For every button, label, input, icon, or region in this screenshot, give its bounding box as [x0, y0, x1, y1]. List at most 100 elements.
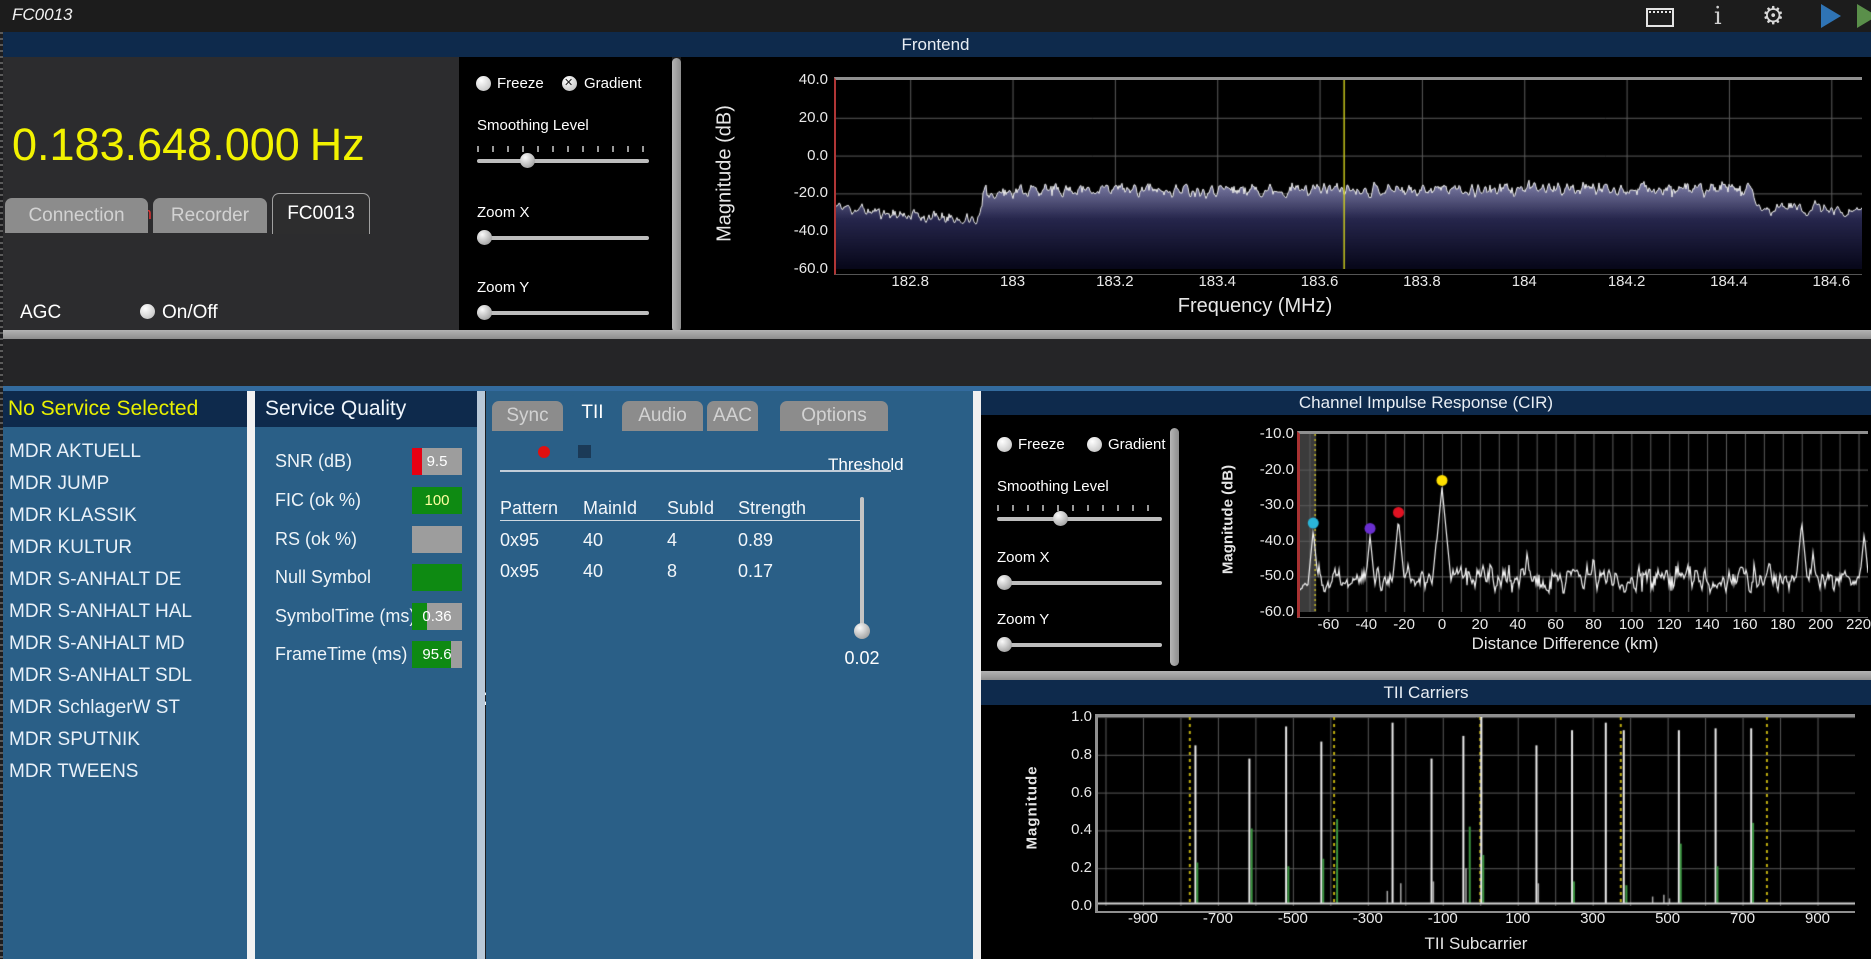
- threshold-label: Threshold: [828, 455, 904, 474]
- y-tick-label: -40.0: [793, 222, 828, 240]
- x-tick-label: 300: [1580, 910, 1606, 927]
- tii-table-header: SubId: [667, 498, 715, 518]
- x-tick-label: 183: [1000, 273, 1026, 290]
- tab-audio[interactable]: Audio: [622, 401, 703, 431]
- quality-label: RS (ok %): [275, 529, 358, 549]
- quality-bar: 0.36: [412, 603, 462, 630]
- gear-icon[interactable]: ⚙: [1762, 1, 1784, 31]
- agc-radio[interactable]: [140, 304, 155, 319]
- service-item[interactable]: MDR SchlagerW ST: [0, 692, 247, 724]
- y-tick-label: 0.2: [1071, 859, 1092, 877]
- tab-connection[interactable]: Connection: [5, 198, 148, 233]
- x-tick-label: 184.6: [1812, 273, 1851, 290]
- window-icon[interactable]: [1646, 8, 1674, 27]
- tii-carriers-plot[interactable]: [1095, 714, 1855, 913]
- cir-smoothing-slider[interactable]: [997, 511, 1162, 526]
- threshold-slider[interactable]: [854, 497, 870, 639]
- cir-scrollbar[interactable]: [1170, 428, 1179, 666]
- cir-zoom-y-slider-thumb[interactable]: [997, 637, 1012, 652]
- tab-aac[interactable]: AAC: [707, 401, 758, 431]
- service-item[interactable]: MDR SPUTNIK: [0, 724, 247, 756]
- quality-value: 0.36: [422, 608, 452, 625]
- x-tick-label: 183.2: [1096, 273, 1134, 290]
- x-tick-label: 182.8: [891, 273, 929, 290]
- frontend-scrollbar[interactable]: [672, 58, 681, 332]
- tii-table-cell: 0.17: [738, 561, 774, 581]
- frontend-plot-controls: Freeze ✕ Gradient Smoothing Level Zoom X…: [459, 57, 672, 330]
- frontend-xlabel: Frequency (MHz): [1177, 295, 1333, 317]
- service-item[interactable]: MDR TWEENS: [0, 756, 247, 788]
- tii-table-cell: 4: [667, 530, 678, 550]
- window-title: FC0013: [12, 5, 73, 24]
- tab-recorder[interactable]: Recorder: [153, 198, 267, 233]
- cir-smoothing-slider-thumb[interactable]: [1053, 511, 1068, 526]
- splitter-decoder[interactable]: [973, 391, 981, 959]
- x-tick-label: 184.2: [1607, 273, 1646, 290]
- cir-zoom-y-slider[interactable]: [997, 637, 1162, 652]
- x-tick-label: 100: [1505, 910, 1531, 927]
- x-tick-label: 220: [1846, 616, 1871, 633]
- tii-carriers-header: TII Carriers: [981, 680, 1871, 705]
- quality-header: Service Quality: [255, 391, 477, 427]
- zoom-y-slider[interactable]: [477, 305, 649, 320]
- horizontal-splitter-top[interactable]: [0, 330, 1871, 339]
- y-tick-label: 0.4: [1071, 821, 1092, 839]
- service-item[interactable]: MDR KULTUR: [0, 532, 247, 564]
- x-tick-label: 500: [1655, 910, 1681, 927]
- service-item[interactable]: MDR JUMP: [0, 468, 247, 500]
- agc-onoff-label: On/Off: [162, 302, 218, 323]
- smoothing-label: Smoothing Level: [477, 117, 589, 134]
- x-tick-label: -700: [1202, 910, 1233, 927]
- tab-options[interactable]: Options: [780, 401, 888, 431]
- service-item[interactable]: MDR S-ANHALT HAL: [0, 596, 247, 628]
- splitter-quality[interactable]: [477, 391, 485, 959]
- play-icon[interactable]: [1821, 4, 1841, 28]
- tii-table-header: Strength: [738, 498, 807, 518]
- tab-sync[interactable]: Sync: [492, 401, 563, 431]
- service-item[interactable]: MDR S-ANHALT MD: [0, 628, 247, 660]
- tab-fc0013[interactable]: FC0013: [272, 193, 370, 234]
- cir-zoom-x-slider[interactable]: [997, 575, 1162, 590]
- service-item[interactable]: MDR S-ANHALT DE: [0, 564, 247, 596]
- cir-plot[interactable]: [1297, 431, 1868, 618]
- quality-label: SymbolTime (ms): [275, 606, 416, 626]
- y-tick-label: 0.6: [1071, 783, 1092, 801]
- x-tick-label: -500: [1277, 910, 1308, 927]
- service-item[interactable]: MDR KLASSIK: [0, 500, 247, 532]
- service-item[interactable]: MDR AKTUELL: [0, 436, 247, 468]
- x-tick-label: 183.6: [1300, 273, 1339, 290]
- cir-smoothing-label: Smoothing Level: [997, 478, 1109, 495]
- agc-label: AGC: [20, 302, 62, 323]
- info-icon[interactable]: i: [1714, 2, 1722, 30]
- x-check-icon: ✕: [564, 77, 574, 89]
- splitter-services[interactable]: [247, 391, 255, 959]
- x-tick-label: -900: [1127, 910, 1158, 927]
- cir-zoom-x-slider-thumb[interactable]: [997, 575, 1012, 590]
- y-tick-label: 0.8: [1071, 745, 1092, 763]
- table-header-underline: [500, 520, 862, 521]
- cir-ylabel: Magnitude (dB): [1219, 464, 1237, 575]
- threshold-slider-thumb[interactable]: [854, 623, 870, 639]
- zoom-x-slider-thumb[interactable]: [477, 230, 492, 245]
- zoom-y-slider-thumb[interactable]: [477, 305, 492, 320]
- play-secondary-icon[interactable]: [1857, 4, 1871, 28]
- frequency-value: 0.183.648.000: [12, 119, 300, 170]
- cir-freeze-radio[interactable]: [997, 437, 1012, 452]
- freeze-label: Freeze: [497, 75, 544, 92]
- threshold-value: 0.02: [844, 648, 880, 668]
- horizontal-splitter-right[interactable]: [981, 671, 1871, 680]
- frontend-spectrum-plot[interactable]: [834, 77, 1862, 275]
- smoothing-slider-thumb[interactable]: [520, 153, 535, 168]
- smoothing-slider[interactable]: [477, 153, 649, 168]
- frontend-header: Frontend: [0, 32, 1871, 57]
- gradient-radio-checked[interactable]: ✕: [562, 76, 577, 91]
- quality-label: FIC (ok %): [275, 490, 362, 510]
- service-item[interactable]: MDR S-ANHALT SDL: [0, 660, 247, 692]
- zoom-x-slider[interactable]: [477, 230, 649, 245]
- tab-tii[interactable]: TII: [567, 395, 618, 431]
- application-window: FC0013 i ⚙ Frontend 0.183.648.000Hz 43 p…: [0, 0, 1871, 959]
- freeze-radio[interactable]: [476, 76, 491, 91]
- service-header: No Service Selected: [0, 391, 247, 427]
- cir-gradient-radio[interactable]: [1087, 437, 1102, 452]
- x-tick-label: 183.4: [1198, 273, 1236, 290]
